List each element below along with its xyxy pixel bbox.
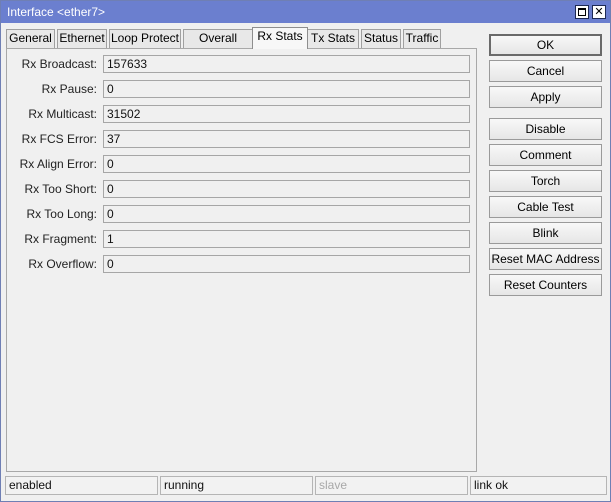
close-window-button[interactable]: ✕	[592, 5, 606, 19]
stat-row-rx-too-long: Rx Too Long: 0	[7, 205, 478, 224]
stat-value-field[interactable]: 0	[103, 180, 470, 198]
restore-window-button[interactable]	[575, 5, 589, 19]
tab-general[interactable]: General	[6, 29, 55, 48]
comment-button[interactable]: Comment	[489, 144, 602, 166]
stat-row-rx-overflow: Rx Overflow: 0	[7, 255, 478, 274]
restore-icon	[578, 8, 586, 16]
tab-traffic[interactable]: Traffic	[403, 29, 441, 48]
apply-button[interactable]: Apply	[489, 86, 602, 108]
close-icon: ✕	[594, 5, 604, 18]
tab-overall-stats[interactable]: Overall Stats	[183, 29, 253, 62]
tab-ethernet[interactable]: Ethernet	[57, 29, 107, 48]
tab-rx-stats[interactable]: Rx Stats	[252, 27, 308, 49]
stat-value-field[interactable]: 0	[103, 155, 470, 173]
stat-value-field[interactable]: 1	[103, 230, 470, 248]
stat-label: Rx Too Long:	[26, 207, 98, 221]
tab-tx-stats[interactable]: Tx Stats	[307, 29, 359, 48]
status-enabled: enabled	[5, 476, 158, 495]
stat-row-rx-fcs-error: Rx FCS Error: 37	[7, 130, 478, 149]
reset-counters-button[interactable]: Reset Counters	[489, 274, 602, 296]
status-link: link ok	[470, 476, 607, 495]
stat-value-field[interactable]: 0	[103, 205, 470, 223]
stat-row-rx-too-short: Rx Too Short: 0	[7, 180, 478, 199]
stat-value-field[interactable]: 0	[103, 255, 470, 273]
stat-value-field[interactable]: 0	[103, 80, 470, 98]
rx-stats-panel: Rx Broadcast: 157633 Rx Pause: 0 Rx Mult…	[6, 48, 477, 472]
torch-button[interactable]: Torch	[489, 170, 602, 192]
ok-button[interactable]: OK	[489, 34, 602, 56]
stat-label: Rx FCS Error:	[21, 132, 97, 146]
stat-value-field[interactable]: 157633	[103, 55, 470, 73]
stat-value-field[interactable]: 31502	[103, 105, 470, 123]
stat-row-rx-pause: Rx Pause: 0	[7, 80, 478, 99]
window-titlebar[interactable]: Interface <ether7> ✕	[1, 1, 610, 23]
stat-row-rx-fragment: Rx Fragment: 1	[7, 230, 478, 249]
tab-status[interactable]: Status	[361, 29, 401, 48]
stat-label: Rx Too Short:	[24, 182, 97, 196]
stat-value-field[interactable]: 37	[103, 130, 470, 148]
stat-label: Rx Overflow:	[28, 257, 97, 271]
stat-label: Rx Broadcast:	[21, 57, 97, 71]
stat-row-rx-align-error: Rx Align Error: 0	[7, 155, 478, 174]
stat-label: Rx Multicast:	[28, 107, 97, 121]
stat-label: Rx Fragment:	[24, 232, 97, 246]
cancel-button[interactable]: Cancel	[489, 60, 602, 82]
stat-label: Rx Align Error:	[19, 157, 97, 171]
cable-test-button[interactable]: Cable Test	[489, 196, 602, 218]
window-title: Interface <ether7>	[7, 5, 106, 19]
stat-label: Rx Pause:	[41, 82, 97, 96]
stat-row-rx-broadcast: Rx Broadcast: 157633	[7, 55, 478, 74]
status-slave: slave	[315, 476, 468, 495]
reset-mac-address-button[interactable]: Reset MAC Address	[489, 248, 602, 270]
interface-window: Interface <ether7> ✕ General Ethernet Lo…	[0, 0, 611, 502]
tab-loop-protect[interactable]: Loop Protect	[109, 29, 181, 48]
disable-button[interactable]: Disable	[489, 118, 602, 140]
status-bar: enabled running slave link ok	[5, 476, 607, 495]
blink-button[interactable]: Blink	[489, 222, 602, 244]
status-running: running	[160, 476, 313, 495]
stat-row-rx-multicast: Rx Multicast: 31502	[7, 105, 478, 124]
